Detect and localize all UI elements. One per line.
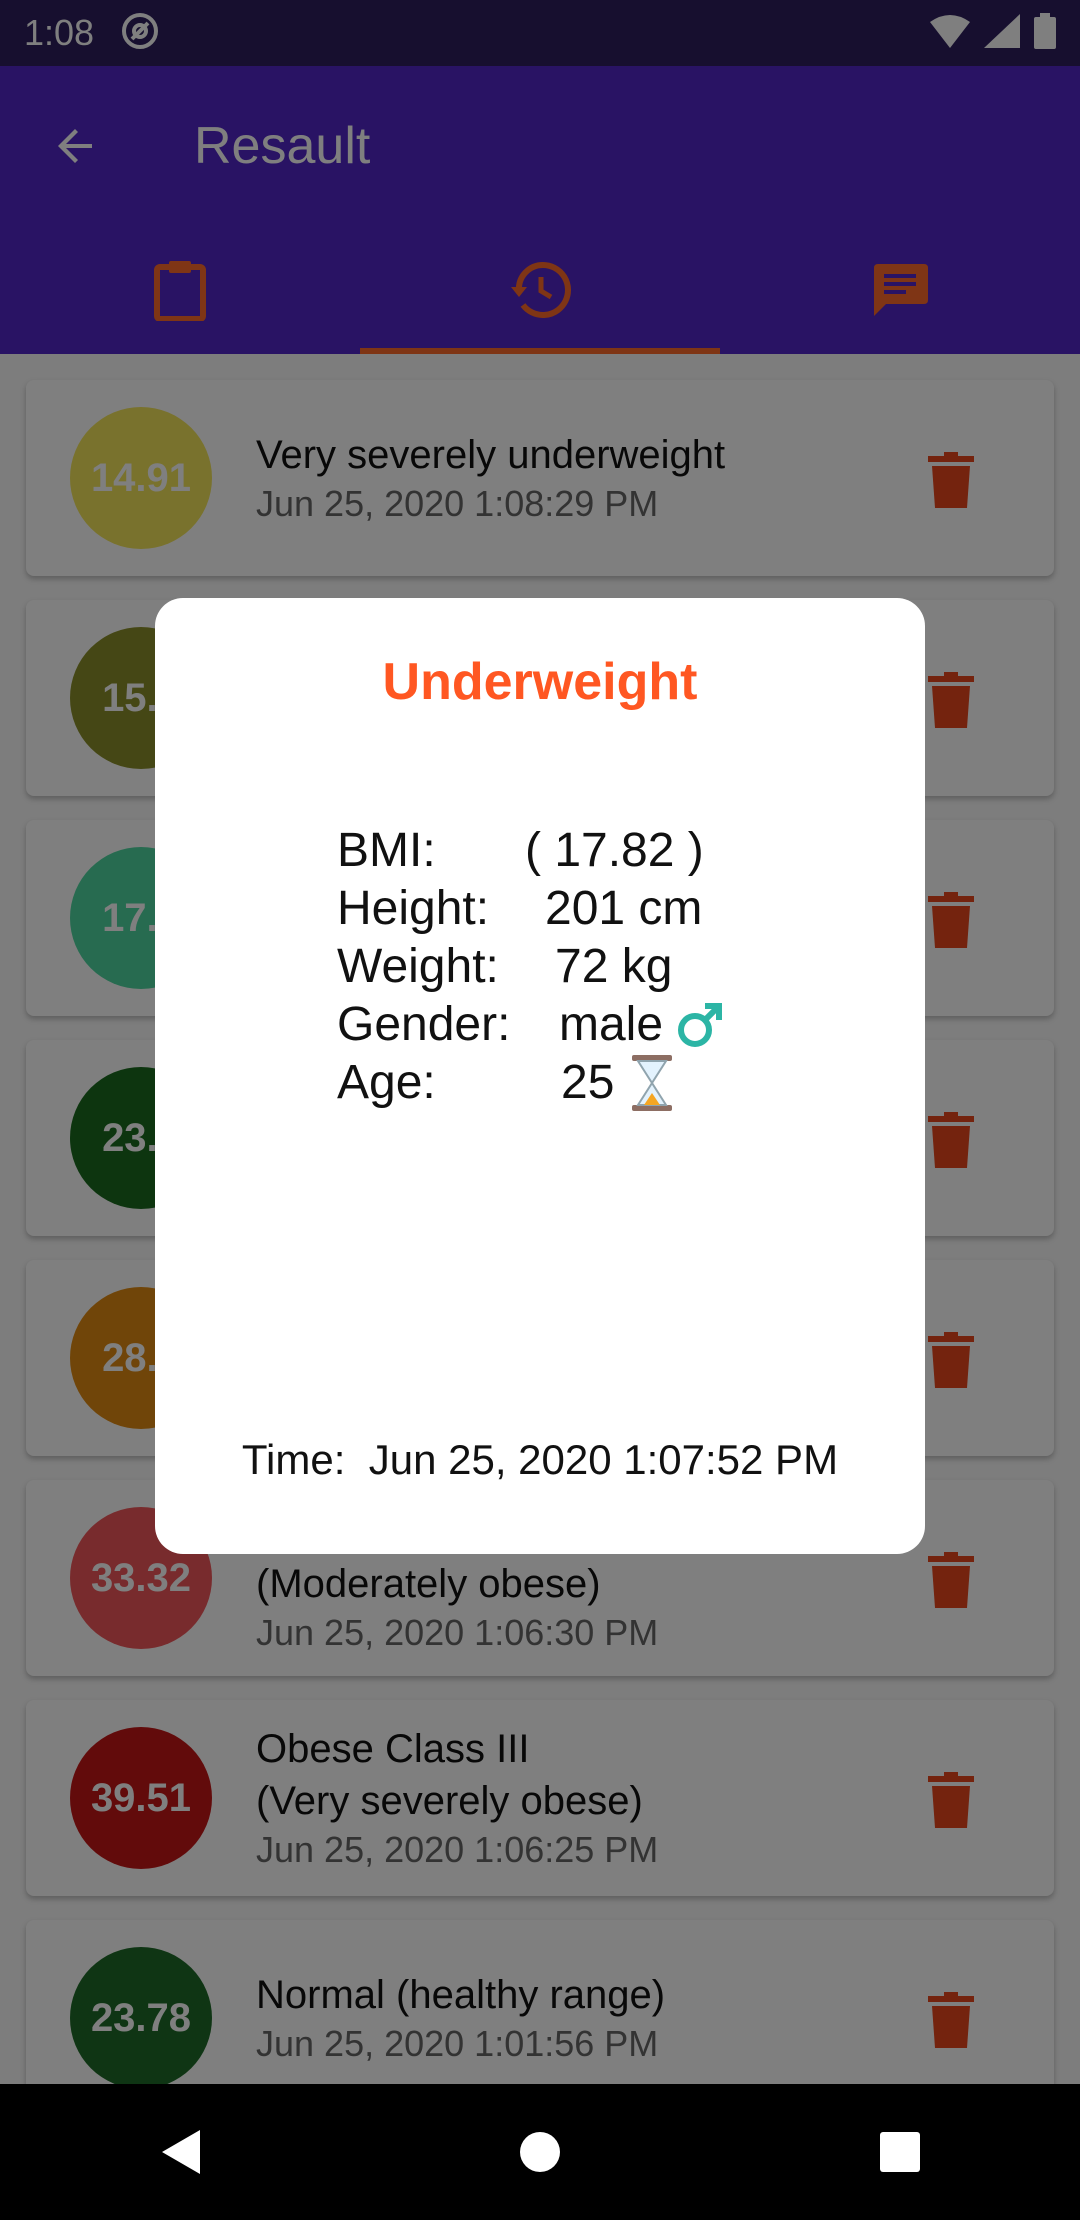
- gender-label: Gender:: [337, 998, 511, 1051]
- circle-home-icon: [520, 2132, 560, 2172]
- nav-back-button[interactable]: [120, 2102, 240, 2202]
- gender-row: Gender: male: [337, 996, 725, 1054]
- height-row: Height: 201 cm: [337, 880, 725, 938]
- dialog-details: BMI: ( 17.82 ) Height: 201 cm Weight: 72…: [337, 822, 725, 1112]
- nav-recents-button[interactable]: [840, 2102, 960, 2202]
- nav-home-button[interactable]: [480, 2102, 600, 2202]
- dialog-time: Time: Jun 25, 2020 1:07:52 PM: [155, 1436, 925, 1484]
- gender-value: male: [559, 998, 664, 1051]
- time-label: Time:: [241, 1436, 346, 1483]
- dialog-title: Underweight: [382, 653, 698, 711]
- weight-row: Weight: 72 kg: [337, 938, 725, 996]
- weight-label: Weight:: [337, 940, 499, 993]
- bmi-label: BMI:: [337, 824, 436, 877]
- weight-value: 72 kg: [555, 940, 673, 993]
- height-value: 201 cm: [545, 882, 703, 935]
- result-dialog: Underweight BMI: ( 17.82 ) Height: 201 c…: [155, 598, 925, 1554]
- triangle-back-icon: [162, 2130, 200, 2174]
- hourglass-icon: [632, 1055, 673, 1111]
- bmi-row: BMI: ( 17.82 ): [337, 822, 725, 880]
- age-value: 25: [561, 1056, 615, 1109]
- bmi-value: ( 17.82 ): [525, 824, 704, 877]
- male-symbol-icon: [678, 1003, 723, 1047]
- time-value: Jun 25, 2020 1:07:52 PM: [368, 1436, 839, 1483]
- square-recents-icon: [880, 2132, 920, 2172]
- age-label: Age:: [337, 1056, 436, 1109]
- system-nav-bar: [0, 2084, 1080, 2220]
- height-label: Height:: [337, 882, 490, 935]
- age-row: Age: 25: [337, 1054, 725, 1112]
